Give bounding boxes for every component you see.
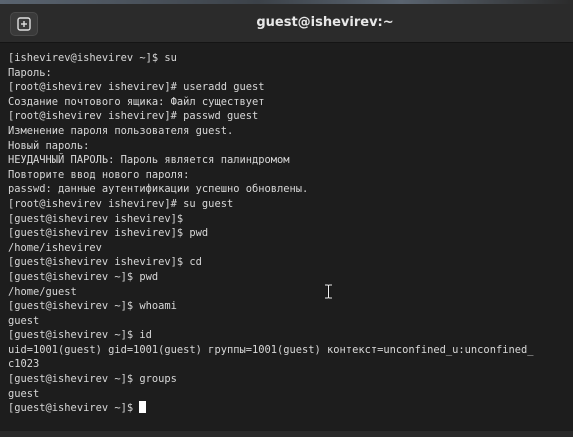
- window-title: guest@ishevirev:~: [256, 15, 394, 30]
- terminal-line: /home/guest: [8, 285, 77, 298]
- terminal-line: НЕУДАЧНЫЙ ПАРОЛЬ: Пароль является палинд…: [8, 154, 290, 167]
- terminal-line: /home/ishevirev: [8, 241, 102, 254]
- terminal-line: passwd: данные аутентификации успешно об…: [8, 183, 309, 196]
- terminal-line: [ishevirev@ishevirev ~]$ su: [8, 52, 177, 64]
- terminal-line: Новый пароль:: [8, 139, 90, 152]
- window-bottom-edge: [0, 431, 573, 437]
- terminal-prompt: [guest@ishevirev ~]$: [8, 402, 140, 415]
- terminal-line: [guest@ishevirev ~]$ pwd: [8, 270, 159, 283]
- terminal-line: [guest@ishevirev ishevirev]$ pwd: [8, 227, 209, 240]
- terminal-line: guest: [8, 314, 40, 327]
- terminal-line: [guest@ishevirev ishevirev]$: [8, 212, 184, 225]
- terminal-prompt-line[interactable]: [guest@ishevirev ~]$: [8, 401, 573, 416]
- terminal-line: [root@ishevirev ishevirev]# passwd guest: [8, 110, 259, 123]
- terminal-line: [guest@ishevirev ~]$ groups: [8, 373, 177, 386]
- terminal-line: [guest@ishevirev ~]$ whoami: [8, 300, 177, 313]
- terminal-line: c1023: [8, 358, 40, 371]
- terminal-line: Изменение пароля пользователя guest.: [8, 124, 234, 137]
- title-bar[interactable]: guest@ishevirev:~: [0, 0, 573, 43]
- terminal-line: [root@ishevirev ishevirev]# useradd gues…: [8, 81, 265, 94]
- terminal-line: uid=1001(guest) gid=1001(guest) группы=1…: [8, 343, 534, 356]
- terminal-line: Создание почтового ящика: Файл существуе…: [8, 95, 265, 108]
- new-tab-button[interactable]: [10, 12, 38, 36]
- new-tab-icon: [17, 17, 31, 31]
- terminal-line: guest: [8, 387, 40, 400]
- terminal-line: Пароль:: [8, 66, 52, 79]
- terminal-line: [guest@ishevirev ~]$ id: [8, 329, 152, 342]
- terminal-line: Повторите ввод нового пароля:: [8, 168, 190, 181]
- terminal-line: [guest@ishevirev ishevirev]$ cd: [8, 256, 202, 269]
- terminal-line: [root@ishevirev ishevirev]# su guest: [8, 197, 234, 210]
- terminal-window: guest@ishevirev:~ [ishevirev@ishevirev ~…: [0, 0, 573, 437]
- text-ibeam-icon: [324, 283, 333, 304]
- terminal-output[interactable]: [ishevirev@ishevirev ~]$ su Пароль: [roo…: [8, 51, 573, 431]
- text-cursor: [139, 401, 147, 414]
- title-bar-strip: [0, 0, 573, 4]
